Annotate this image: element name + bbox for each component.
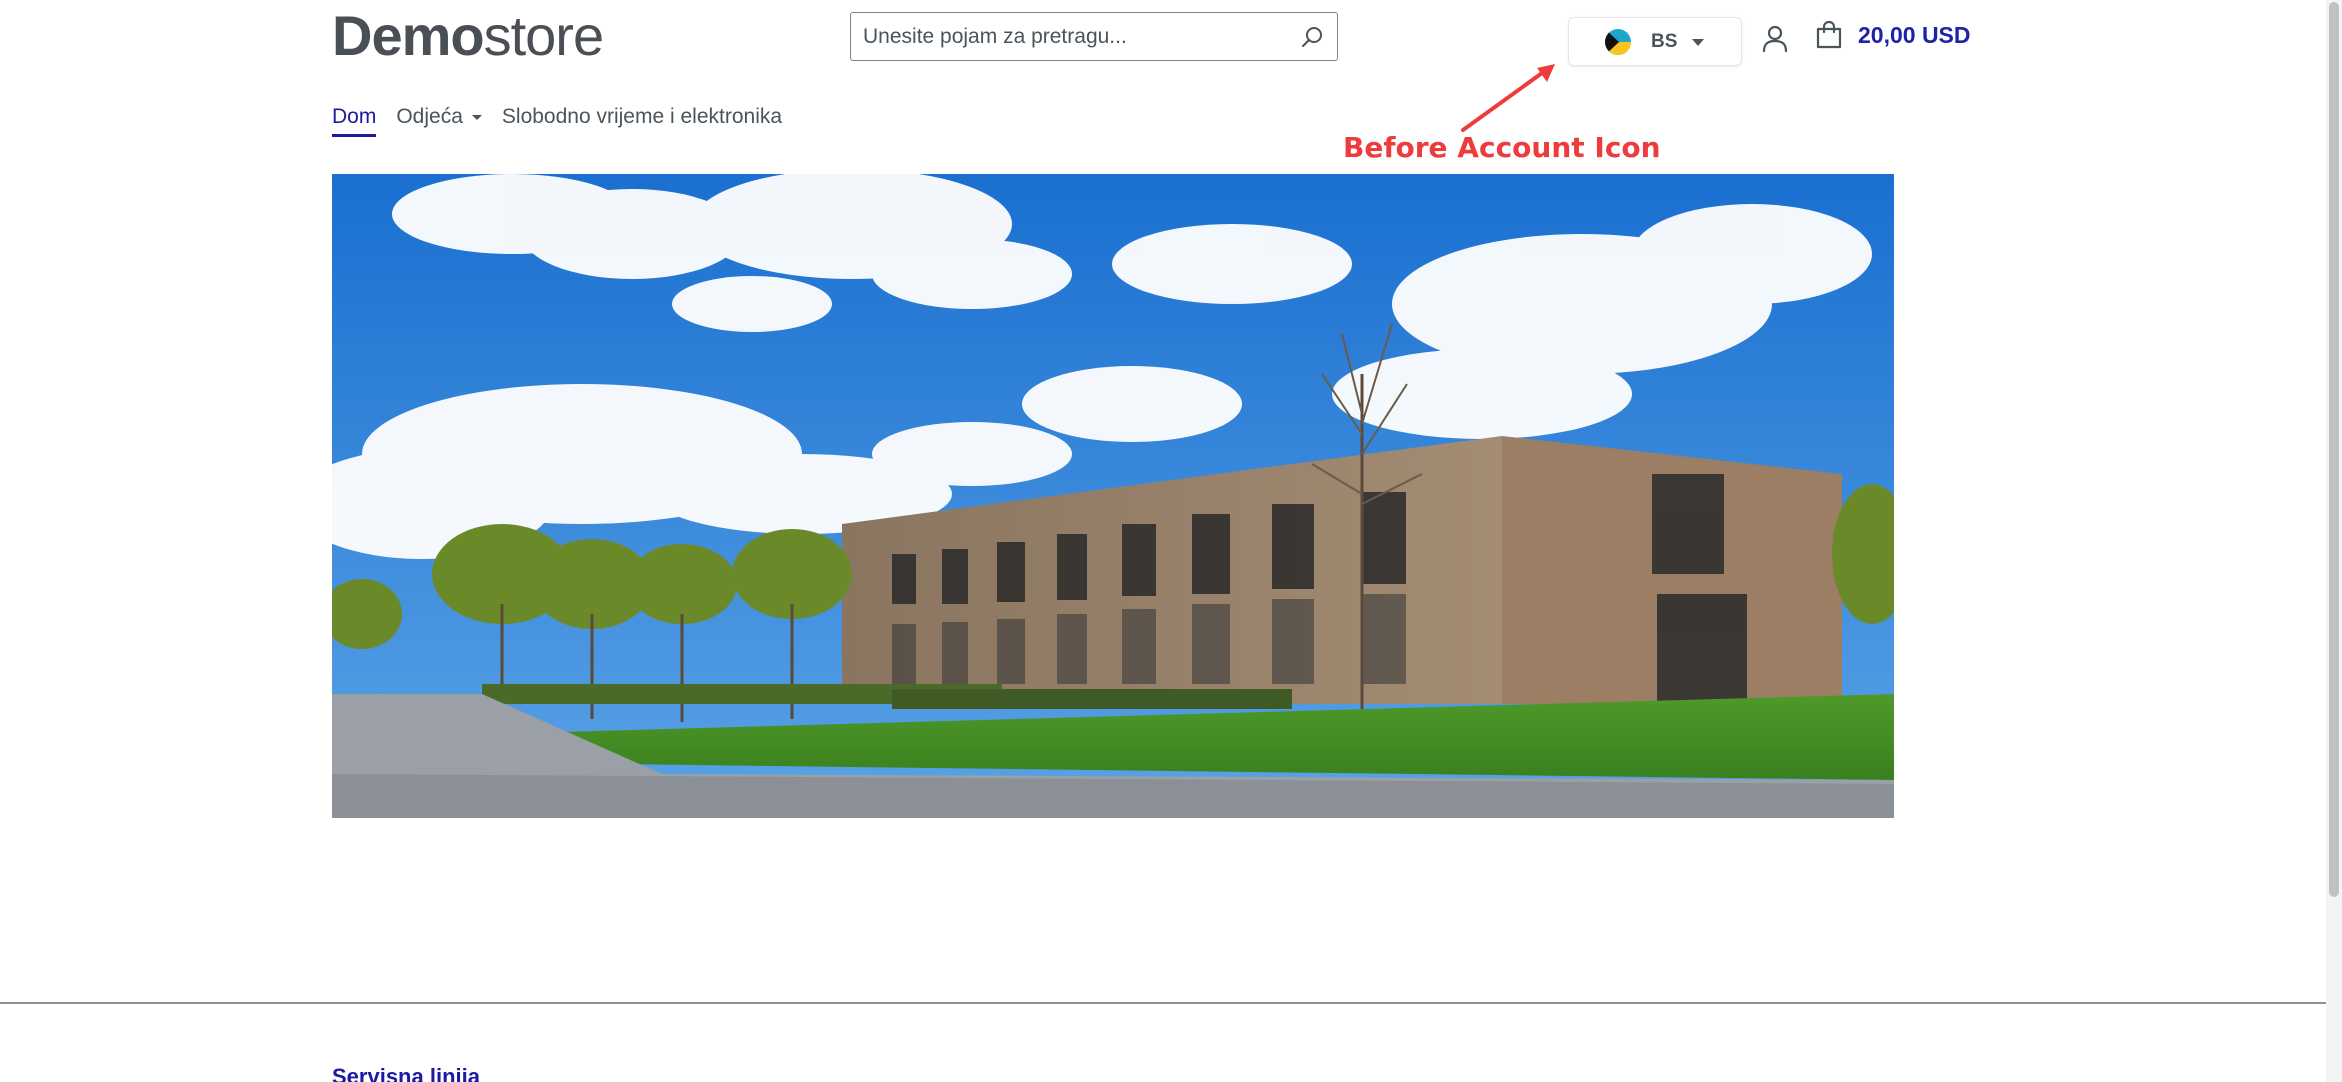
logo-bold-text: Demo (332, 4, 485, 67)
cart-total: 20,00 USD (1858, 21, 1971, 48)
account-icon (1762, 25, 1788, 53)
hero-image (332, 174, 1894, 818)
search-button[interactable] (1287, 13, 1337, 60)
shopping-bag-icon (1816, 20, 1842, 49)
dropdown-caret-icon (471, 115, 482, 120)
account-button[interactable] (1758, 22, 1792, 56)
search-input[interactable] (851, 13, 1287, 60)
search-bar (850, 12, 1338, 61)
annotation-label: Before Account Icon (1343, 131, 1661, 164)
footer-divider (0, 1002, 2326, 1004)
caret-down-icon (1692, 38, 1705, 46)
logo-light-text: store (483, 4, 604, 67)
nav-item-label: Dom (332, 105, 377, 128)
nav-item-clothing[interactable]: Odjeća (396, 100, 482, 134)
main-navigation: Dom Odjeća Slobodno vrijeme i elektronik… (332, 100, 782, 137)
annotation-arrow-icon (1461, 64, 1555, 132)
language-switcher[interactable]: BS (1568, 17, 1742, 66)
search-icon (1302, 26, 1322, 47)
cart-button[interactable]: 20,00 USD (1814, 20, 1971, 50)
nav-item-label: Slobodno vrijeme i elektronika (501, 105, 783, 128)
flag-icon (1605, 28, 1631, 55)
nav-item-home[interactable]: Dom (332, 100, 377, 137)
nav-item-leisure-electronics[interactable]: Slobodno vrijeme i elektronika (502, 100, 782, 134)
page-scrollbar[interactable] (2326, 0, 2342, 1082)
footer-service-heading: Servisna linija (332, 1064, 480, 1082)
language-code: BS (1651, 30, 1678, 52)
scrollbar-thumb[interactable] (2329, 2, 2339, 897)
nav-item-label: Odjeća (396, 105, 463, 128)
store-logo[interactable]: Demo store (332, 4, 604, 67)
